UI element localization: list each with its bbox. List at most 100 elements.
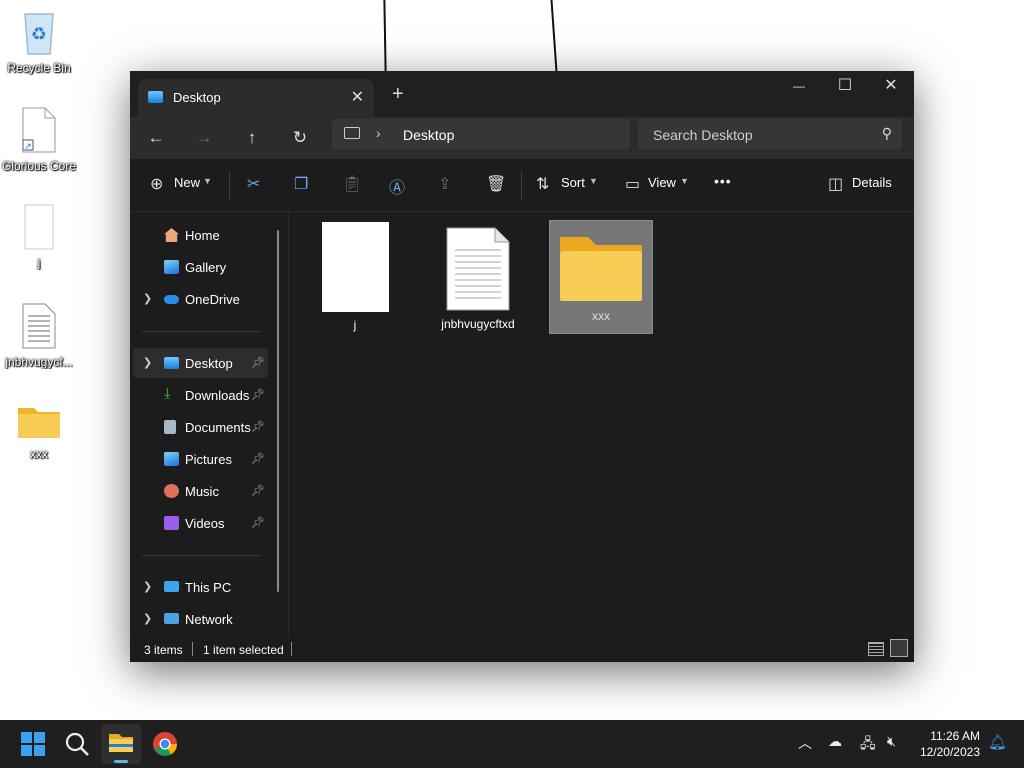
search-button[interactable]: [61, 728, 93, 760]
desktop-icon-xxx[interactable]: xxx: [1, 402, 77, 461]
sidebar-item-label: Videos: [185, 516, 225, 531]
details-pane-icon: ◫: [828, 176, 844, 193]
sidebar-item-downloads[interactable]: ⤓ Downloads 📌︎: [133, 380, 268, 410]
desktop-icon-label: xxx: [30, 447, 48, 461]
desktop-icon-label: Glorious Core: [1, 159, 77, 173]
delete-icon[interactable]: 🗑︎: [486, 174, 506, 194]
sidebar-item-pictures[interactable]: Pictures 📌︎: [133, 444, 268, 474]
notification-bell-icon[interactable]: 🔔︎: [988, 733, 1007, 751]
divider: [142, 555, 260, 556]
blank-file-icon: [24, 204, 54, 250]
selection-count: 1 item selected: [203, 643, 284, 657]
sidebar-item-network[interactable]: ❯ Network: [133, 604, 268, 634]
desktop-icon-label: j: [37, 256, 41, 270]
desktop-icon-jnbhvugycftxd[interactable]: jnbhvugycf...: [1, 302, 77, 369]
network-status-icon[interactable]: 🖧︎: [860, 733, 876, 757]
sort-button[interactable]: Sort: [561, 175, 585, 190]
pin-icon: 📌︎: [251, 389, 265, 401]
chevron-right-icon[interactable]: ❯: [143, 580, 152, 593]
pin-icon: 📌︎: [251, 453, 265, 465]
desktop-icon-j[interactable]: j: [1, 203, 77, 270]
chevron-down-icon: ▼: [589, 176, 598, 186]
sidebar-item-label: Pictures: [185, 452, 232, 467]
more-options-button[interactable]: •••: [714, 173, 732, 189]
chevron-right-icon[interactable]: ❯: [143, 612, 152, 625]
sidebar-item-music[interactable]: Music 📌︎: [133, 476, 268, 506]
sidebar-item-desktop[interactable]: ❯ Desktop 📌︎: [133, 348, 268, 378]
up-arrow-icon[interactable]: ↑: [238, 125, 266, 151]
system-clock[interactable]: 11:26 AM 12/20/2023: [920, 728, 980, 760]
address-bar[interactable]: › Desktop: [332, 119, 630, 150]
minimize-button[interactable]: —: [776, 71, 822, 101]
active-indicator: [114, 760, 128, 763]
chevron-right-icon: ›: [376, 125, 381, 141]
back-arrow-icon[interactable]: ←: [142, 125, 170, 151]
volume-muted-icon[interactable]: 🔇︎: [887, 733, 896, 750]
sidebar-item-gallery[interactable]: Gallery: [133, 252, 268, 282]
details-view-icon[interactable]: [868, 642, 884, 656]
rename-icon[interactable]: Ⓐ: [389, 174, 405, 198]
sort-icon: ⇅: [536, 176, 550, 193]
cut-icon[interactable]: ✂: [247, 174, 260, 194]
paste-icon[interactable]: 📋︎: [342, 174, 362, 194]
start-button[interactable]: [17, 728, 49, 760]
tiles-view-icon[interactable]: [890, 639, 908, 657]
forward-arrow-icon[interactable]: →: [190, 125, 218, 151]
chevron-down-icon: ▼: [203, 176, 212, 186]
maximize-button[interactable]: ☐: [822, 71, 868, 101]
onedrive-sync-icon[interactable]: ☁: [828, 733, 842, 750]
search-input[interactable]: Search Desktop ⚲: [638, 119, 902, 150]
details-button[interactable]: Details: [852, 175, 892, 190]
file-item-jnbhvugycftxd[interactable]: jnbhvugycftxd: [436, 220, 520, 331]
new-tab-button[interactable]: +: [392, 84, 404, 104]
sidebar-item-onedrive[interactable]: ❯ OneDrive: [133, 284, 268, 314]
tab-desktop[interactable]: Desktop ✕: [138, 79, 374, 117]
chevron-right-icon[interactable]: ❯: [143, 292, 152, 305]
chevron-right-icon[interactable]: ❯: [143, 356, 152, 369]
pane-divider[interactable]: [288, 212, 289, 636]
text-file-icon: [446, 227, 510, 311]
divider: [291, 642, 292, 656]
refresh-icon[interactable]: ↻: [286, 125, 314, 151]
desktop-icon-label: jnbhvugycf...: [5, 355, 73, 369]
address-toolbar: ← → ↑ ↻ › Desktop Search Desktop ⚲: [130, 117, 914, 159]
chevron-up-icon[interactable]: ︿: [798, 733, 812, 753]
search-icon: ⚲: [881, 125, 892, 141]
sidebar-item-label: Gallery: [185, 260, 227, 275]
breadcrumb-desktop[interactable]: Desktop: [403, 127, 454, 143]
tab-title: Desktop: [173, 90, 221, 105]
taskbar-chrome[interactable]: [149, 728, 181, 760]
recycle-bin-icon: ♻: [24, 13, 54, 55]
new-button[interactable]: New: [174, 175, 200, 190]
taskbar-file-explorer[interactable]: [101, 724, 141, 764]
search-placeholder: Search Desktop: [653, 127, 753, 143]
sidebar-item-this-pc[interactable]: ❯ This PC: [133, 572, 268, 602]
sidebar-item-label: This PC: [185, 580, 232, 595]
document-icon: [164, 420, 176, 434]
close-button[interactable]: ✕: [868, 71, 914, 101]
file-item-j[interactable]: j: [320, 220, 390, 332]
sidebar-item-documents[interactable]: Documents 📌︎: [133, 412, 268, 442]
sidebar-item-label: OneDrive: [185, 292, 240, 307]
desktop-icon-glorious-core[interactable]: ↗ Glorious Core: [1, 106, 77, 173]
copy-icon[interactable]: ❐: [294, 174, 308, 194]
wire-line: [550, 0, 558, 72]
divider: [229, 171, 230, 201]
sidebar-scrollbar[interactable]: [277, 230, 279, 592]
clock-time: 11:26 AM: [930, 729, 980, 743]
desktop-icon-recycle-bin[interactable]: ♻ Recycle Bin: [1, 8, 77, 75]
sidebar-item-videos[interactable]: Videos 📌︎: [133, 508, 268, 538]
item-count: 3 items: [144, 643, 183, 657]
share-icon[interactable]: ⇪: [438, 174, 451, 194]
video-icon: [164, 516, 179, 530]
view-button[interactable]: View: [648, 175, 676, 190]
title-bar: Desktop ✕ + — ☐ ✕: [130, 71, 914, 117]
tab-close-button[interactable]: ✕: [351, 87, 364, 107]
sidebar-item-home[interactable]: Home: [133, 220, 268, 250]
desktop-icon-label: Recycle Bin: [7, 61, 71, 75]
pin-icon: 📌︎: [251, 357, 265, 369]
file-item-xxx[interactable]: xxx: [549, 220, 653, 334]
folder-icon: [109, 734, 133, 752]
file-name: jnbhvugycftxd: [441, 317, 515, 331]
plus-circle-icon: ⊕: [150, 176, 164, 193]
